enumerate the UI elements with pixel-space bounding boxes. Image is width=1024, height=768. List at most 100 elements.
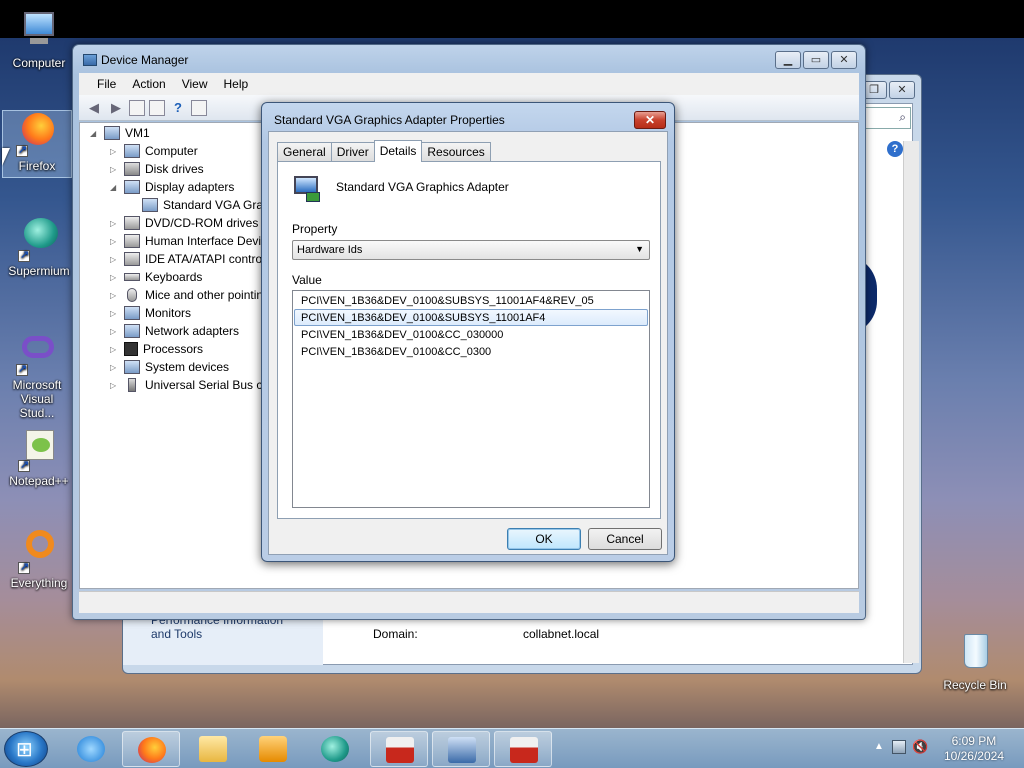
tab-resources[interactable]: Resources (421, 142, 491, 162)
minimize-button[interactable]: ▁ (775, 51, 801, 69)
sys-scrollbar[interactable] (903, 141, 919, 663)
expand-arrow-icon[interactable]: ▷ (110, 165, 120, 174)
device-manager-icon (83, 54, 97, 66)
menu-view[interactable]: View (174, 77, 216, 91)
help-icon[interactable]: ? (887, 141, 903, 157)
taskbar-media-player[interactable] (244, 731, 302, 767)
tree-item-standard-vga[interactable]: Standard VGA Grap (130, 196, 270, 214)
collapse-arrow-icon[interactable]: ◢ (110, 183, 120, 192)
keyboard-icon (124, 273, 140, 281)
expand-arrow-icon[interactable]: ▷ (110, 237, 120, 246)
desktop-icon-visual-studio[interactable]: Microsoft Visual Stud... (2, 330, 72, 420)
taskbar-toolbox-1[interactable] (370, 731, 428, 767)
list-item[interactable]: PCI\VEN_1B36&DEV_0100&CC_0300 (294, 343, 648, 360)
tree-item-processors[interactable]: ▷ Processors (110, 340, 203, 358)
desktop-icon-label: Firefox (18, 159, 56, 173)
tree-item-ide-ata[interactable]: ▷ IDE ATA/ATAPI contro (110, 250, 262, 268)
property-select[interactable]: Hardware Ids ▼ (292, 240, 650, 260)
value-listbox[interactable]: PCI\VEN_1B36&DEV_0100&SUBSYS_11001AF4&RE… (292, 290, 650, 508)
show-hide-tree-icon[interactable] (129, 99, 145, 116)
taskbar-device-manager[interactable] (432, 731, 490, 767)
computer-icon (16, 8, 62, 54)
scan-hardware-icon[interactable] (191, 99, 207, 116)
back-icon[interactable]: ◀ (85, 99, 103, 117)
expand-arrow-icon[interactable]: ▷ (110, 327, 120, 336)
tree-item-label: Universal Serial Bus co (145, 378, 270, 392)
clock[interactable]: 6:09 PM 10/26/2024 (944, 734, 1004, 764)
show-hidden-icons-icon[interactable]: ▲ (874, 741, 884, 752)
tree-item-label: Human Interface Devic (145, 234, 268, 248)
tree-item-system-devices[interactable]: ▷ System devices (110, 358, 229, 376)
expand-arrow-icon[interactable]: ▷ (110, 219, 120, 228)
desktop-icon-recycle-bin[interactable]: Recycle Bin (940, 630, 1010, 692)
window-title: Device Manager (101, 53, 189, 67)
taskbar-toolbox-2[interactable] (494, 731, 552, 767)
tab-driver[interactable]: Driver (330, 142, 375, 162)
help-icon[interactable]: ? (169, 99, 187, 117)
expand-arrow-icon[interactable]: ▷ (110, 273, 120, 282)
close-button[interactable]: ✕ (831, 51, 857, 69)
tree-item-label: IDE ATA/ATAPI contro (145, 252, 263, 266)
properties-icon[interactable] (149, 99, 165, 116)
usb-icon (128, 378, 136, 392)
shortcut-arrow-icon (16, 362, 28, 376)
maximize-button[interactable]: ▭ (803, 51, 829, 69)
tree-item-label: Keyboards (145, 270, 203, 284)
cancel-button[interactable]: Cancel (588, 528, 662, 550)
ok-button[interactable]: OK (507, 528, 581, 550)
tree-item-computer[interactable]: ▷ Computer (110, 142, 198, 160)
property-label: Property (292, 222, 338, 236)
menu-bar: File Action View Help (79, 73, 859, 95)
dialog-close-button[interactable]: ✕ (634, 111, 666, 129)
desktop-icon-notepadpp[interactable]: Notepad++ (4, 426, 74, 488)
taskbar-firefox[interactable] (122, 731, 180, 767)
menu-action[interactable]: Action (124, 77, 173, 91)
expand-arrow-icon[interactable]: ▷ (110, 147, 120, 156)
taskbar-ie[interactable] (62, 731, 120, 767)
tree-item-vm1[interactable]: ◢ VM1 (90, 124, 150, 142)
sys-close-button[interactable]: ✕ (889, 81, 915, 99)
display-adapter-icon (142, 198, 158, 212)
tree-item-display-adapters[interactable]: ◢ Display adapters (110, 178, 234, 196)
properties-dialog[interactable]: Standard VGA Graphics Adapter Properties… (261, 102, 675, 562)
start-button[interactable] (4, 731, 48, 767)
taskbar-supermium[interactable] (306, 731, 364, 767)
tree-item-network-adapters[interactable]: ▷ Network adapters (110, 322, 239, 340)
tab-details[interactable]: Details (373, 140, 423, 162)
expand-arrow-icon[interactable]: ▷ (110, 291, 120, 300)
tree-item-label: DVD/CD-ROM drives (145, 216, 259, 230)
forward-icon[interactable]: ▶ (107, 99, 125, 117)
tree-item-label: Disk drives (145, 162, 204, 176)
expand-arrow-icon[interactable]: ▷ (110, 363, 120, 372)
desktop-icon-everything[interactable]: Everything (4, 528, 74, 590)
expand-arrow-icon[interactable]: ▷ (110, 381, 120, 390)
taskbar-explorer[interactable] (184, 731, 242, 767)
monitor-icon (124, 306, 140, 320)
list-item[interactable]: PCI\VEN_1B36&DEV_0100&CC_030000 (294, 326, 648, 343)
shortcut-arrow-icon (16, 143, 28, 157)
tab-general[interactable]: General (277, 142, 332, 162)
list-item[interactable]: PCI\VEN_1B36&DEV_0100&SUBSYS_11001AF4 (294, 309, 648, 326)
tree-item-dvd-drives[interactable]: ▷ DVD/CD-ROM drives (110, 214, 258, 232)
expand-arrow-icon[interactable]: ▷ (110, 345, 120, 354)
menu-file[interactable]: File (89, 77, 124, 91)
tree-item-monitors[interactable]: ▷ Monitors (110, 304, 191, 322)
tree-item-mice[interactable]: ▷ Mice and other pointin (110, 286, 263, 304)
desktop-icon-computer[interactable]: Computer (4, 8, 74, 70)
tree-item-disk-drives[interactable]: ▷ Disk drives (110, 160, 204, 178)
device-manager-icon (448, 737, 476, 763)
domain-value: collabnet.local (523, 627, 600, 641)
expand-arrow-icon[interactable]: ▷ (110, 255, 120, 264)
tree-item-usb[interactable]: ▷ Universal Serial Bus co (110, 376, 269, 394)
expand-arrow-icon[interactable]: ▷ (110, 309, 120, 318)
tree-item-label: Mice and other pointin (145, 288, 264, 302)
menu-help[interactable]: Help (216, 77, 257, 91)
list-item[interactable]: PCI\VEN_1B36&DEV_0100&SUBSYS_11001AF4&RE… (294, 292, 648, 309)
tree-item-hid[interactable]: ▷ Human Interface Devic (110, 232, 267, 250)
volume-muted-icon[interactable]: 🔇 (912, 739, 928, 755)
desktop-icon-supermium[interactable]: Supermium (4, 216, 74, 278)
network-icon[interactable] (892, 740, 906, 754)
collapse-arrow-icon[interactable]: ◢ (90, 129, 100, 138)
tree-item-keyboards[interactable]: ▷ Keyboards (110, 268, 202, 286)
desktop-icon-firefox[interactable]: Firefox (2, 110, 72, 178)
